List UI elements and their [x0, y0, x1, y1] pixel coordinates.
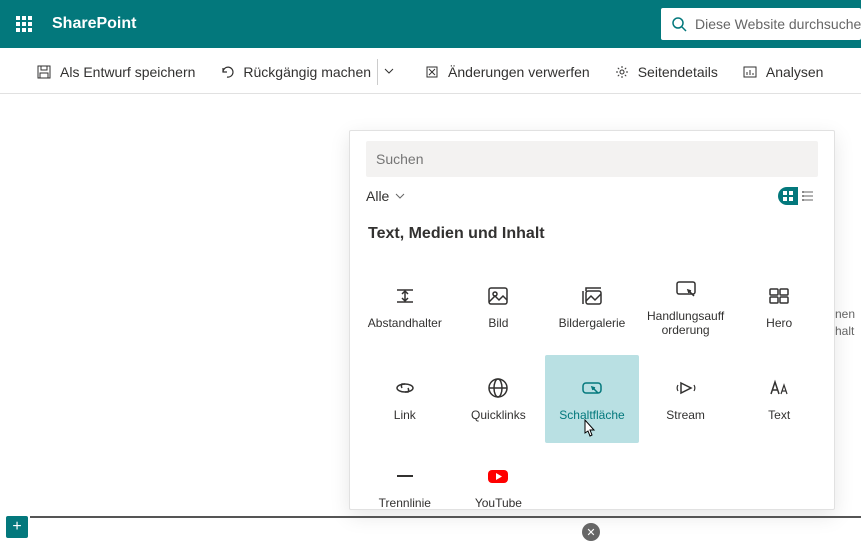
suite-header: SharePoint Diese Website durchsuchen	[0, 0, 861, 48]
page-details-button[interactable]: Seitendetails	[614, 64, 718, 80]
stream-icon	[674, 376, 698, 400]
brand-label: SharePoint	[52, 15, 136, 33]
tile-stream[interactable]: Stream	[639, 355, 733, 443]
cta-icon	[674, 277, 698, 301]
save-icon	[36, 64, 52, 80]
site-search-placeholder: Diese Website durchsuchen	[695, 16, 861, 32]
add-section-button[interactable]: +	[6, 516, 28, 538]
analytics-button[interactable]: Analysen	[742, 64, 824, 80]
save-draft-button[interactable]: Als Entwurf speichern	[36, 64, 195, 80]
spacer-icon	[393, 284, 417, 308]
section-divider-line	[30, 516, 861, 518]
undo-button[interactable]: Rückgängig machen	[219, 64, 371, 80]
chevron-down-icon	[384, 66, 394, 76]
webpart-picker-panel: Alle Text, Medien und Inhalt Abstandhalt…	[349, 130, 835, 510]
tile-gallery[interactable]: Bildergalerie	[545, 259, 639, 355]
link-icon	[393, 376, 417, 400]
tile-link[interactable]: Link	[358, 355, 452, 443]
tile-spacer[interactable]: Abstandhalter	[358, 259, 452, 355]
category-filter[interactable]: Alle	[366, 188, 405, 204]
site-search[interactable]: Diese Website durchsuchen	[661, 8, 861, 40]
app-launcher-icon[interactable]	[0, 0, 48, 48]
tile-divider[interactable]: Trennlinie	[358, 443, 452, 509]
close-insert-button[interactable]: ✕	[582, 523, 600, 541]
list-view-button[interactable]	[798, 187, 818, 205]
tile-hero[interactable]: Hero	[732, 259, 826, 355]
tile-button[interactable]: Schaltfläche	[545, 355, 639, 443]
section-heading: Text, Medien und Inhalt	[358, 213, 826, 259]
discard-icon	[424, 64, 440, 80]
hero-icon	[767, 284, 791, 308]
left-rail: +	[0, 96, 30, 553]
youtube-icon	[486, 464, 510, 488]
discard-button[interactable]: Änderungen verwerfen	[424, 64, 590, 80]
text-icon	[767, 376, 791, 400]
undo-dropdown[interactable]	[377, 59, 400, 85]
tile-text[interactable]: Text	[732, 355, 826, 443]
image-icon	[486, 284, 510, 308]
chart-icon	[742, 64, 758, 80]
divider-icon	[393, 464, 417, 488]
search-icon	[671, 16, 687, 32]
tile-youtube[interactable]: YouTube	[452, 443, 546, 509]
background-text-fragment: nen halt	[833, 306, 861, 354]
webpart-search-input[interactable]	[366, 141, 818, 177]
tile-cta[interactable]: Handlungsauff orderung	[639, 259, 733, 355]
grid-view-button[interactable]	[778, 187, 798, 205]
command-bar: Als Entwurf speichern Rückgängig machen …	[0, 50, 861, 94]
view-toggle	[778, 187, 818, 205]
tile-image[interactable]: Bild	[452, 259, 546, 355]
list-icon	[802, 190, 814, 202]
webpart-list[interactable]: Text, Medien und Inhalt Abstandhalter Bi…	[350, 213, 834, 509]
globe-icon	[486, 376, 510, 400]
gallery-icon	[580, 284, 604, 308]
gear-icon	[614, 64, 630, 80]
chevron-down-icon	[395, 191, 405, 201]
undo-split-button[interactable]: Rückgängig machen	[219, 59, 400, 85]
tile-quicklinks[interactable]: Quicklinks	[452, 355, 546, 443]
button-icon	[580, 376, 604, 400]
undo-icon	[219, 64, 235, 80]
grid-icon	[782, 190, 794, 202]
